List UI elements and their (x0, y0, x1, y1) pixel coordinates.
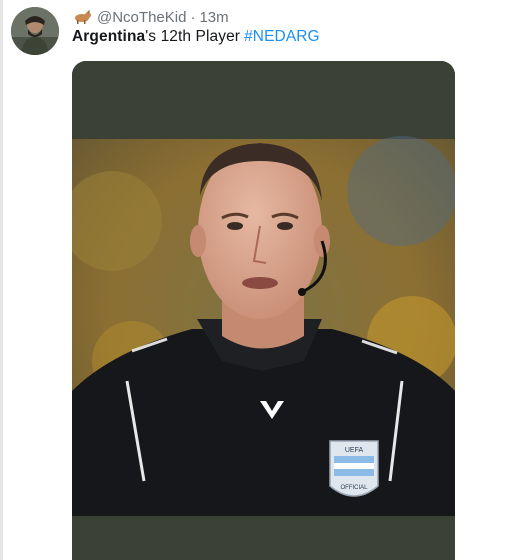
avatar-image (11, 7, 59, 55)
handle-link[interactable]: @NcoTheKid (97, 9, 186, 26)
media-image[interactable]: UEFA OFFICIAL (72, 61, 455, 560)
tweet-text-bold: Argentina (72, 28, 146, 45)
badge-top-text: UEFA (345, 447, 364, 454)
tweet-text: Argentina's 12th Player #NEDARG (72, 28, 320, 46)
uefa-referee-badge-icon: UEFA OFFICIAL (329, 440, 379, 497)
tweet-header: @NcoTheKid · 13m (72, 6, 229, 28)
timestamp[interactable]: 13m (199, 9, 228, 26)
left-frame-edge (0, 0, 3, 560)
goat-icon (75, 10, 91, 24)
avatar[interactable] (11, 7, 59, 55)
hashtag-link[interactable]: #NEDARG (244, 28, 320, 45)
header-separator: · (190, 8, 196, 26)
tweet-text-rest: 's 12th Player (145, 28, 241, 45)
referee-photo: UEFA OFFICIAL (72, 61, 455, 560)
badge-bottom-text: OFFICIAL (340, 485, 368, 491)
